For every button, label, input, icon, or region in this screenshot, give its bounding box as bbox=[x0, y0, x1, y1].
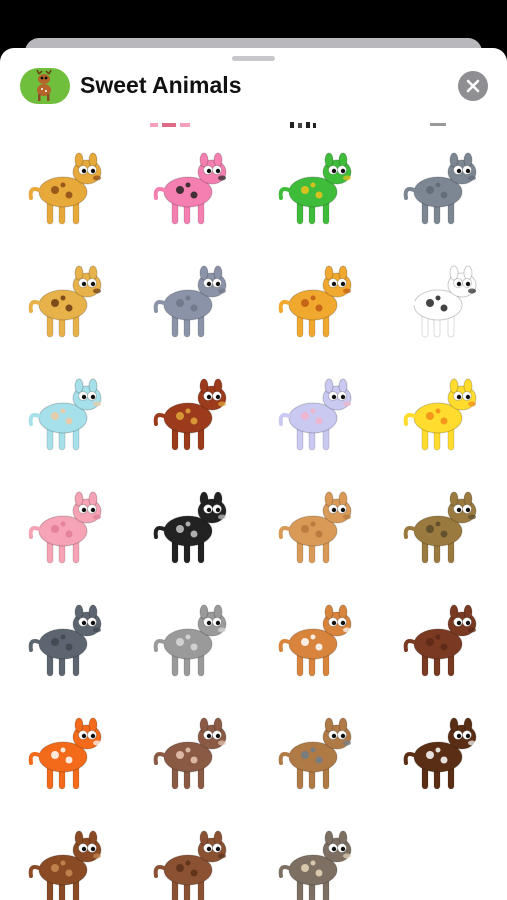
scrolled-sticker-row bbox=[150, 122, 446, 128]
sticker-komodo-dragon[interactable] bbox=[10, 588, 120, 692]
sticker-eagle[interactable] bbox=[385, 701, 495, 805]
marmot-icon bbox=[278, 717, 352, 790]
wolf-icon bbox=[278, 830, 352, 900]
eagle-icon bbox=[403, 717, 477, 790]
sticker-bear[interactable] bbox=[385, 588, 495, 692]
flamingo-icon bbox=[153, 152, 227, 225]
sticker-fox[interactable] bbox=[10, 701, 120, 805]
cheetah-icon bbox=[28, 265, 102, 338]
close-button[interactable] bbox=[458, 71, 488, 101]
kangaroo-icon bbox=[278, 491, 352, 564]
sticker-squirrel[interactable] bbox=[135, 701, 245, 805]
giraffe-icon bbox=[28, 152, 102, 225]
squirrel-icon bbox=[153, 717, 227, 790]
sticker-marmot[interactable] bbox=[260, 701, 370, 805]
sticker-tortoise[interactable] bbox=[385, 475, 495, 579]
sticker-pig[interactable] bbox=[10, 475, 120, 579]
sticker-flamingo[interactable] bbox=[135, 136, 245, 240]
sticker-lion[interactable] bbox=[260, 249, 370, 353]
rabbit-icon bbox=[278, 378, 352, 451]
sticker-giraffe[interactable] bbox=[10, 136, 120, 240]
lion-icon bbox=[278, 265, 352, 338]
sheet-title: Sweet Animals bbox=[80, 72, 242, 98]
sheet-grabber[interactable] bbox=[232, 56, 275, 61]
stag-icon bbox=[28, 830, 102, 900]
fox-icon bbox=[28, 717, 102, 790]
tortoise-icon bbox=[403, 491, 477, 564]
sticker-koala[interactable] bbox=[135, 588, 245, 692]
sticker-horse[interactable] bbox=[135, 362, 245, 466]
ibex-icon bbox=[153, 830, 227, 900]
koala-icon bbox=[153, 604, 227, 677]
sticker-rhino[interactable] bbox=[385, 136, 495, 240]
pig-icon bbox=[28, 491, 102, 564]
sticker-cow[interactable] bbox=[385, 249, 495, 353]
sticker-sheet: Sweet Animals bbox=[0, 48, 507, 900]
crocodile-icon bbox=[278, 152, 352, 225]
sticker-elephant[interactable] bbox=[135, 249, 245, 353]
duckling-icon bbox=[403, 378, 477, 451]
sticker-cheetah[interactable] bbox=[10, 249, 120, 353]
sheet-header: Sweet Animals bbox=[0, 66, 507, 110]
ostrich-icon bbox=[153, 491, 227, 564]
sticker-wolf[interactable] bbox=[260, 814, 370, 900]
sticker-sheep[interactable] bbox=[10, 362, 120, 466]
fawn-icon bbox=[278, 604, 352, 677]
bear-icon bbox=[403, 604, 477, 677]
sheep-icon bbox=[28, 378, 102, 451]
elephant-icon bbox=[153, 265, 227, 338]
sticker-ostrich[interactable] bbox=[135, 475, 245, 579]
sticker-duckling[interactable] bbox=[385, 362, 495, 466]
sticker-crocodile[interactable] bbox=[260, 136, 370, 240]
sticker-kangaroo[interactable] bbox=[260, 475, 370, 579]
horse-icon bbox=[153, 378, 227, 451]
rhino-icon bbox=[403, 152, 477, 225]
sticker-fawn[interactable] bbox=[260, 588, 370, 692]
sticker-stag[interactable] bbox=[10, 814, 120, 900]
sticker-ibex[interactable] bbox=[135, 814, 245, 900]
sticker-rabbit[interactable] bbox=[260, 362, 370, 466]
cow-icon bbox=[403, 265, 477, 338]
deer-sticker-icon[interactable] bbox=[20, 68, 70, 104]
komodo-dragon-icon bbox=[28, 604, 102, 677]
close-icon bbox=[466, 79, 480, 93]
